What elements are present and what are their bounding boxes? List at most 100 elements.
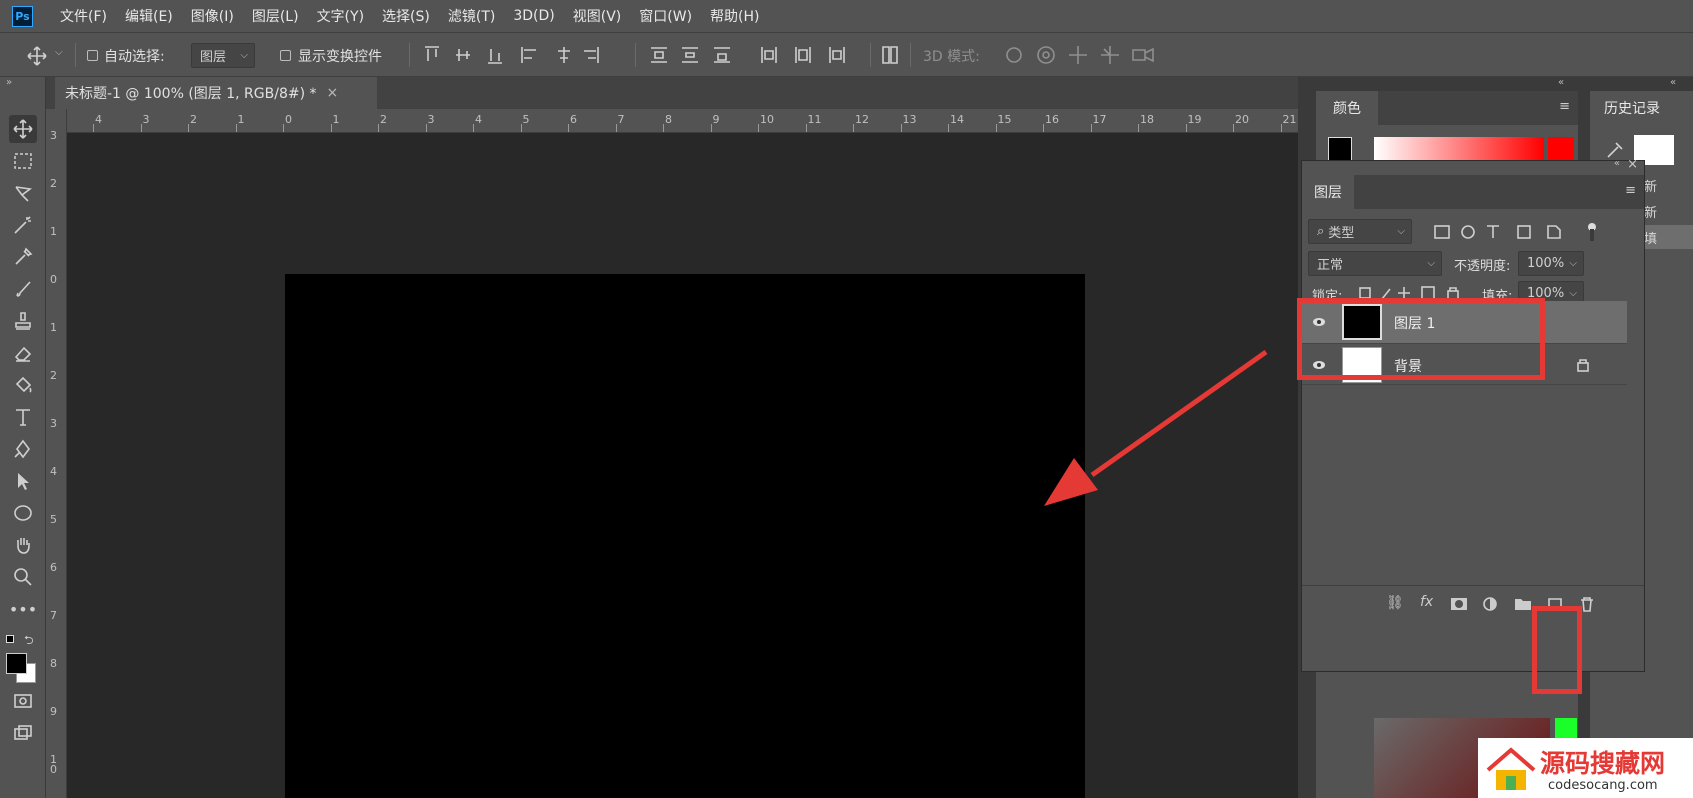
layer-filter-dropdown[interactable]: ⌕ 类型 ⌵ (1308, 219, 1412, 244)
pen-tool-button[interactable] (9, 435, 37, 463)
ruler-tick-label: 20 (1235, 113, 1249, 126)
foreground-color-swatch[interactable] (6, 653, 27, 674)
panel-collapse-icon[interactable]: « (1670, 77, 1676, 88)
auto-align-icon[interactable] (880, 44, 900, 66)
3d-tools-group[interactable] (1003, 44, 1158, 66)
ruler-tick-label: 14 (950, 113, 964, 126)
document-tab[interactable]: 未标题-1 @ 100% (图层 1, RGB/8#) * × (55, 77, 377, 109)
ruler-tick-label: 2 (50, 177, 57, 190)
auto-select-checkbox[interactable] (87, 50, 98, 61)
close-icon[interactable]: × (1627, 157, 1638, 172)
panel-menu-icon[interactable]: ≡ (1625, 183, 1636, 198)
ruler-tick-label: 0 (50, 273, 57, 286)
ruler-tick-label: 3 (50, 129, 57, 142)
type-tool-button[interactable] (9, 403, 37, 431)
ruler-tick-label: 8 (665, 113, 672, 126)
ruler-tick-label: 2 (190, 113, 197, 126)
paint-bucket-tool-button[interactable] (9, 371, 37, 399)
panel-collapse-icon[interactable]: « (1558, 77, 1564, 88)
ruler-tick-label: 4 (50, 465, 57, 478)
magic-wand-tool-button[interactable] (9, 211, 37, 239)
link-layers-icon[interactable]: ⛓ (1386, 595, 1404, 611)
adjustment-layer-icon[interactable] (1482, 596, 1500, 612)
align-more-group[interactable] (554, 44, 614, 66)
menu-select[interactable]: 选择(S) (373, 6, 439, 26)
screen-mode-icon (14, 725, 32, 740)
move-tool-button[interactable] (9, 115, 37, 143)
menu-filter[interactable]: 滤镜(T) (439, 6, 504, 26)
marquee-icon (14, 153, 32, 169)
photoshop-logo: Ps (12, 5, 33, 27)
menu-edit[interactable]: 编辑(E) (116, 6, 182, 26)
ruler-tick-label: 1 (50, 321, 57, 334)
swap-colors-icon[interactable]: ⮌ (24, 631, 34, 652)
menu-file[interactable]: 文件(F) (51, 6, 116, 26)
color-swatch-red[interactable] (1548, 137, 1574, 161)
panel-expand-icon[interactable]: » (6, 77, 12, 88)
foreground-color-swatch[interactable] (1328, 137, 1352, 161)
auto-select-value: 图层 (200, 50, 227, 65)
panel-collapse-icon[interactable]: « (1614, 158, 1620, 169)
lasso-icon (15, 186, 33, 202)
menu-type[interactable]: 文字(Y) (308, 6, 373, 26)
ruler-tick (1090, 124, 1092, 132)
opacity-input[interactable]: 100% ⌵ (1518, 251, 1584, 276)
screen-mode-button[interactable] (9, 719, 37, 747)
ruler-tick-label: 7 (617, 113, 625, 126)
ellipse-tool-button[interactable] (9, 499, 37, 527)
fx-icon[interactable]: fx (1420, 594, 1433, 610)
zoom-icon (14, 568, 32, 586)
blend-mode-dropdown[interactable]: 正常 ⌵ (1308, 251, 1442, 276)
auto-select-dropdown[interactable]: 图层 ⌵ (191, 43, 255, 68)
lasso-tool-button[interactable] (9, 179, 37, 207)
menu-window[interactable]: 窗口(W) (630, 6, 701, 26)
marquee-tool-button[interactable] (9, 147, 37, 175)
menu-help[interactable]: 帮助(H) (701, 6, 768, 26)
layer-filter-value: 类型 (1328, 226, 1355, 241)
menu-layer[interactable]: 图层(L) (243, 6, 308, 26)
path-select-tool-button[interactable] (9, 467, 37, 495)
zoom-tool-button[interactable] (9, 563, 37, 591)
menu-view[interactable]: 视图(V) (564, 6, 631, 26)
quick-mask-button[interactable] (9, 687, 37, 715)
ruler-tick (568, 124, 569, 132)
history-item-label: 新 (1644, 179, 1658, 195)
tool-preset-chevron-icon[interactable]: ⌵ (55, 47, 63, 58)
tools-panel: » ••• ⮌ (0, 77, 46, 798)
divider (910, 43, 911, 67)
ruler-tick-label: 10 (760, 113, 774, 126)
ruler-tick (283, 124, 284, 132)
eyedropper-tool-button[interactable] (9, 243, 37, 271)
hand-tool-button[interactable] (9, 531, 37, 559)
eraser-tool-button[interactable] (9, 339, 37, 367)
folder-icon[interactable] (1514, 596, 1532, 612)
show-transform-checkbox[interactable] (280, 50, 291, 61)
color-ramp[interactable] (1374, 137, 1544, 161)
align-buttons-group[interactable] (422, 44, 542, 66)
ruler-tick-label: 19 (1187, 113, 1202, 126)
ruler-tick-label: 1 (237, 113, 245, 126)
watermark-logo: 源码搜藏网 codesocang.com (1478, 738, 1693, 798)
distribute-buttons-group[interactable] (648, 44, 858, 66)
history-panel-tab[interactable]: 历史记录 (1590, 91, 1693, 125)
path-select-icon (18, 473, 29, 490)
brush-tool-button[interactable] (9, 275, 37, 303)
color-panel-tab[interactable]: 颜色 (1316, 91, 1378, 125)
add-mask-icon[interactable] (1450, 596, 1468, 612)
close-icon[interactable]: × (327, 85, 339, 101)
ruler-tick-label: 9 (712, 113, 720, 126)
menu-3d[interactable]: 3D(D) (504, 8, 563, 24)
panel-menu-icon[interactable]: ≡ (1559, 99, 1570, 114)
chevron-down-icon: ⌵ (1569, 258, 1577, 269)
divider (409, 43, 410, 67)
default-colors-icon[interactable] (6, 635, 14, 643)
stamp-tool-button[interactable] (9, 307, 37, 335)
menu-image[interactable]: 图像(I) (182, 6, 243, 26)
layer-filter-icons[interactable] (1432, 221, 1612, 243)
ruler-tick-label: 11 (807, 113, 822, 126)
magic-wand-icon (14, 216, 31, 234)
more-tools-button[interactable]: ••• (9, 595, 37, 623)
document-canvas[interactable] (285, 274, 1085, 798)
layers-panel-tab[interactable]: 图层 (1302, 175, 1354, 209)
move-tool-icon[interactable] (26, 45, 48, 67)
